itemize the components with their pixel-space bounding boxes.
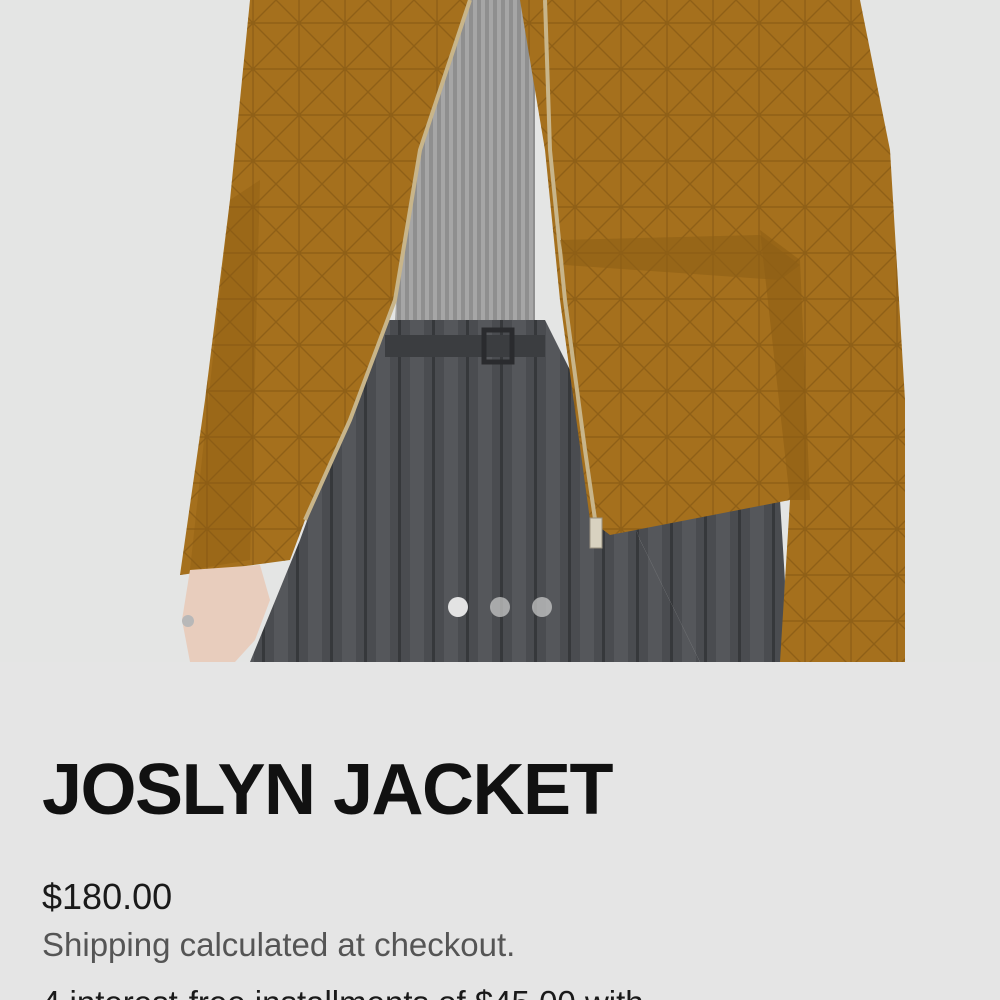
carousel-dot-3[interactable] (532, 597, 552, 617)
carousel-dot-2[interactable] (490, 597, 510, 617)
installment-note: 4 interest-free installments of $45.00 w… (42, 986, 644, 1000)
product-title: JOSLYN JACKET (42, 750, 614, 830)
product-price: $180.00 (42, 876, 173, 917)
product-photo (0, 0, 1000, 662)
product-info: JOSLYN JACKET $180.00 Shipping calculate… (0, 662, 1000, 1000)
shipping-note: Shipping calculated at checkout. (42, 926, 516, 963)
product-page: JOSLYN JACKET $180.00 Shipping calculate… (0, 0, 1000, 1000)
carousel-dot-1[interactable] (448, 597, 468, 617)
product-image-gallery[interactable] (0, 0, 1000, 662)
image-carousel-dots (0, 597, 1000, 619)
